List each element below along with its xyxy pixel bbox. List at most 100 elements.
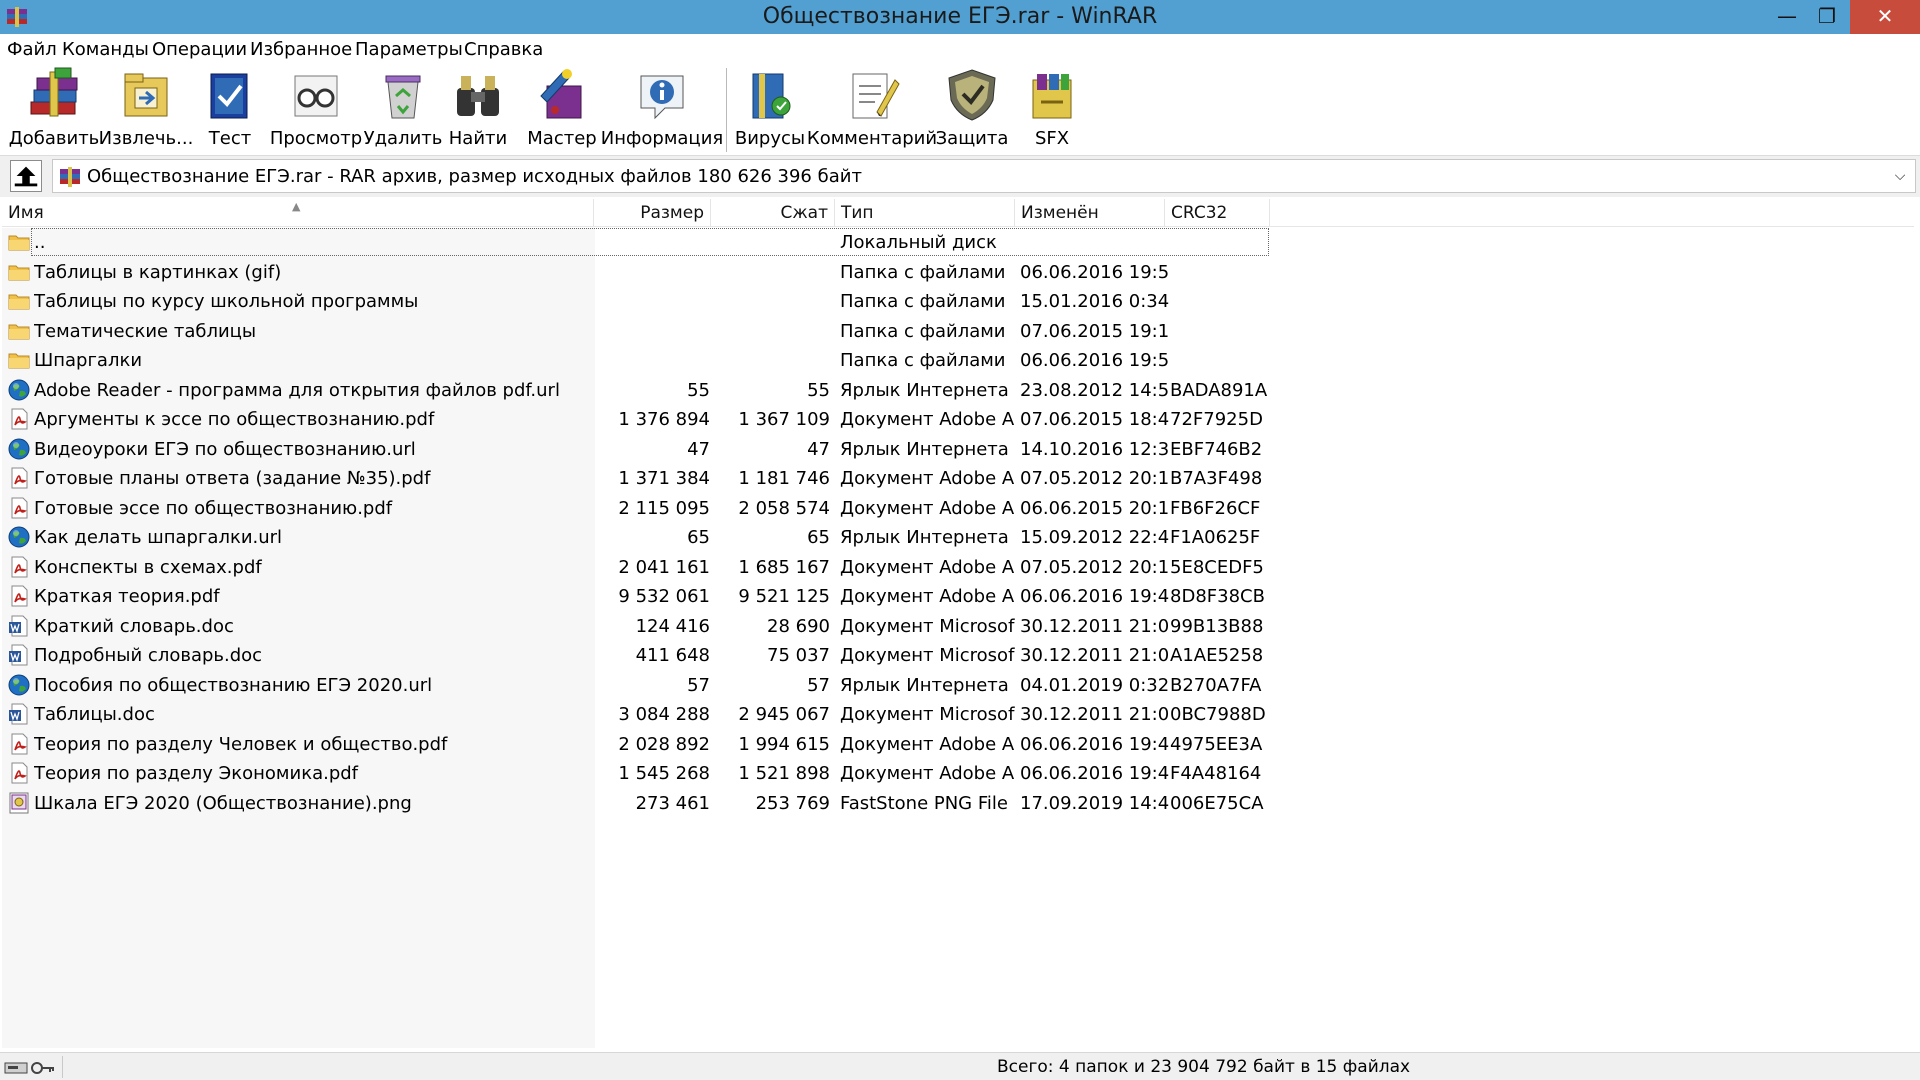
file-packed-size: 28 690 [767,615,830,637]
file-type: Папка с файлами [840,320,1006,342]
column-modified[interactable]: Изменён [1015,199,1165,227]
column-type[interactable]: Тип [835,199,1015,227]
file-row[interactable]: Подробный словарь.doc 411 648 75 037 Докуме… [2,641,1914,670]
file-row[interactable]: Видеоуроки ЕГЭ по обществознанию.url 47 47… [2,435,1914,464]
file-row[interactable]: Готовые эссе по обществознанию.pdf 2 115 … [2,494,1914,523]
menu-commands[interactable]: Команды [62,39,149,60]
file-type: Документ Adobe A... [840,468,1015,489]
file-modified: 07.06.2015 19:14 [1020,320,1170,342]
file-row[interactable]: Тематические таблицы Папка с файлами 07.06… [2,317,1914,346]
find-button[interactable]: Найти [448,66,508,154]
column-name[interactable]: Имя ▲ [2,199,594,227]
file-size [595,317,710,346]
file-row[interactable]: Теория по разделу Экономика.pdf 1 545 268… [2,759,1914,788]
virus-scan-button[interactable]: Вирусы [735,66,805,154]
file-crc32: EBF746B2 [1170,438,1263,460]
file-modified: 30.12.2011 21:07 [1020,615,1170,637]
file-row[interactable]: Краткая теория.pdf 9 532 061 9 521 125 Доку… [2,582,1914,611]
file-modified: 06.06.2016 19:49 [1020,733,1170,755]
column-size[interactable]: Размер [594,199,711,227]
file-modified: 15.01.2016 0:34 [1020,291,1170,312]
file-row[interactable]: .. Локальный диск [2,228,1914,257]
sfx-button[interactable]: SFX [1020,66,1084,154]
menu-options[interactable]: Параметры [355,39,463,60]
file-name: Таблицы в картинках (gif) [34,261,282,283]
file-row[interactable]: Шпаргалки Папка с файлами 06.06.2016 19:56 [2,346,1914,375]
file-size: 124 416 [635,615,710,637]
title-bar: Обществознание ЕГЭ.rar - WinRAR — ❐ ✕ [0,0,1920,34]
file-size: 1 376 894 [618,409,710,430]
file-modified: 04.01.2019 0:32 [1020,674,1170,696]
file-type: Документ Adobe A... [840,733,1015,755]
file-size: 1 371 384 [618,468,710,489]
file-crc32: B270A7FA [1170,674,1262,696]
column-packed[interactable]: Сжат [711,199,835,227]
file-packed-size: 1 521 898 [738,763,830,784]
file-packed-size: 253 769 [755,792,830,814]
find-binoculars-icon [457,76,499,116]
file-size [595,346,710,375]
file-modified: 06.06.2016 19:44 [1020,586,1170,607]
folder-icon [8,324,30,339]
file-modified: 07.06.2015 18:44 [1020,409,1170,430]
file-row[interactable]: Adobe Reader - программа для открытия фа… [2,376,1914,405]
menu-help[interactable]: Справка [464,39,543,60]
file-size: 55 [687,379,710,401]
virus-scan-icon [752,73,791,119]
file-modified: 17.09.2019 14:43 [1020,792,1170,814]
path-field[interactable]: Обществознание ЕГЭ.rar - RAR архив, разм… [52,159,1916,193]
word-doc-icon [9,644,28,666]
file-row[interactable]: Пособия по обществознанию ЕГЭ 2020.url 57… [2,671,1914,700]
add-button[interactable]: Добавить [9,66,99,154]
file-name: Аргументы к эссе по обществознанию.pdf [34,409,435,430]
minimize-button[interactable]: — [1767,0,1807,34]
file-row[interactable]: Таблицы.doc 3 084 288 2 945 067 Документ Mi… [2,700,1914,729]
menu-favorites[interactable]: Избранное [250,39,352,60]
maximize-button[interactable]: ❐ [1807,0,1847,34]
file-type: Ярлык Интернета [840,674,1009,696]
info-button[interactable]: Информация [601,66,723,154]
test-button[interactable]: Тест [198,66,262,154]
comment-button[interactable]: Комментарий [807,66,937,154]
extract-button[interactable]: Извлечь... [99,66,193,154]
close-button[interactable]: ✕ [1850,0,1920,34]
file-row[interactable]: Краткий словарь.doc 124 416 28 690 Документ… [2,612,1914,641]
file-type: Документ Adobe A... [840,586,1015,607]
file-row[interactable]: Таблицы в картинках (gif) Папка с файлами… [2,258,1914,287]
file-row[interactable]: Шкала ЕГЭ 2020 (Обществознание).png 273 4… [2,789,1914,818]
file-row[interactable]: Аргументы к эссе по обществознанию.pdf 1 … [2,405,1914,434]
view-button[interactable]: Просмотр [270,66,362,154]
toolbar: Добавить Извлечь... Тест Просмотр Удалит… [0,64,1920,156]
file-row[interactable]: Конспекты в схемах.pdf 2 041 161 1 685 167… [2,553,1914,582]
menu-operations[interactable]: Операции [152,39,247,60]
up-folder-button[interactable] [10,160,42,192]
column-crc32[interactable]: CRC32 [1165,199,1270,227]
path-text: Обществознание ЕГЭ.rar - RAR архив, разм… [87,166,862,187]
file-row[interactable]: Готовые планы ответа (задание №35).pdf 1 … [2,464,1914,493]
file-row[interactable]: Как делать шпаргалки.url 65 65 Ярлык Интерн… [2,523,1914,552]
file-modified: 15.09.2012 22:49 [1020,527,1170,548]
file-packed-size: 1 181 746 [738,468,830,489]
protect-button[interactable]: Защита [936,66,1008,154]
menu-file[interactable]: Файл [7,39,57,60]
file-name: Видеоуроки ЕГЭ по обществознанию.url [34,438,416,460]
file-list[interactable]: .. Локальный диск Таблицы в картинках (gif… [2,228,1914,1048]
file-type: Документ Microsof... [840,615,1015,637]
file-crc32 [1170,346,1270,375]
chevron-down-icon[interactable]: ⌵ [1889,164,1911,188]
file-crc32: 8D8F38CB [1170,586,1265,607]
view-glasses-icon [294,75,338,117]
file-modified [1020,228,1170,257]
file-crc32 [1170,287,1270,316]
file-crc32 [1170,228,1270,257]
pdf-icon [11,733,28,754]
wizard-button[interactable]: Мастер [524,66,600,154]
status-bar: Всего: 4 папок и 23 904 792 байт в 15 фа… [0,1052,1920,1080]
file-row[interactable]: Теория по разделу Человек и общество.pdf… [2,730,1914,759]
file-type: Документ Adobe A... [840,409,1015,430]
file-row[interactable]: Таблицы по курсу школьной программы Папка… [2,287,1914,316]
file-packed-size: 1 685 167 [738,556,830,578]
extract-folder-icon [124,73,168,117]
file-type: Папка с файлами [840,261,1006,283]
pdf-icon [11,762,28,784]
